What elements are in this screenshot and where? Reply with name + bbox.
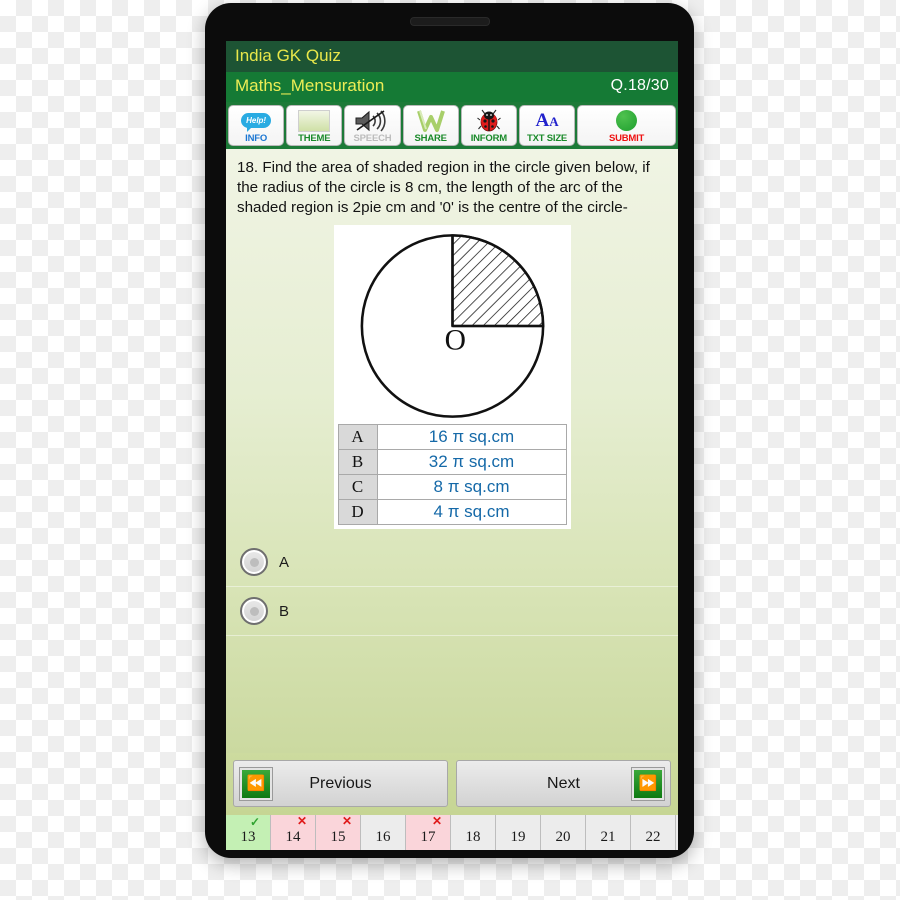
question-cell-17[interactable]: ✕ 17 xyxy=(406,815,451,850)
wrong-cross-icon: ✕ xyxy=(296,815,307,828)
inform-label: INFORM xyxy=(470,132,507,144)
action-toolbar: Help! INFO THEME SPEECH SHARE INFORM AA … xyxy=(226,101,678,150)
speech-button[interactable]: SPEECH xyxy=(344,104,401,147)
table-row: D 4 π sq.cm xyxy=(337,499,567,526)
phone-screen: India GK Quiz Maths_Mensuration Q.18/30 … xyxy=(226,41,678,850)
question-cell-partial[interactable] xyxy=(676,815,678,850)
app-title-bar: India GK Quiz xyxy=(226,41,678,72)
green-circle-icon xyxy=(580,109,673,133)
question-cell-number: 19 xyxy=(510,829,526,845)
question-cell-number: 20 xyxy=(555,829,571,845)
question-cell-number: 16 xyxy=(375,829,391,845)
text-size-button[interactable]: AA TXT SIZE xyxy=(518,104,576,147)
option-value: 4 π sq.cm xyxy=(376,499,567,526)
question-cell-number: 21 xyxy=(600,829,616,845)
option-key: A xyxy=(337,424,378,451)
answer-choice-a-label: A xyxy=(279,553,290,571)
theme-icon xyxy=(289,109,339,133)
question-body: 18. Find the area of shaded region in th… xyxy=(226,149,678,753)
figure-wrapper: O A 16 π sq.cm B 32 π sq.cm C 8 π sq.cm … xyxy=(226,223,678,530)
phone-device-frame: India GK Quiz Maths_Mensuration Q.18/30 … xyxy=(205,3,694,858)
option-value: 16 π sq.cm xyxy=(376,424,567,451)
inform-button[interactable]: INFORM xyxy=(460,104,517,147)
table-row: C 8 π sq.cm xyxy=(337,474,567,501)
question-cell-16[interactable]: 16 xyxy=(361,815,406,850)
quiz-name: Maths_Mensuration xyxy=(235,75,385,95)
question-cell-number: 14 xyxy=(285,829,301,845)
question-cell-20[interactable]: 20 xyxy=(541,815,586,850)
question-cell-number: 13 xyxy=(240,829,256,845)
ladybug-icon xyxy=(464,109,514,133)
radio-button-b[interactable] xyxy=(240,597,268,626)
question-cell-number: 22 xyxy=(645,829,661,845)
correct-check-icon: ✓ xyxy=(249,815,260,829)
help-bubble-text: Help! xyxy=(241,113,272,133)
figure-card: O A 16 π sq.cm B 32 π sq.cm C 8 π sq.cm … xyxy=(333,225,571,530)
option-key: C xyxy=(337,474,378,501)
submit-label: SUBMIT xyxy=(608,132,645,144)
options-table: A 16 π sq.cm B 32 π sq.cm C 8 π sq.cm D … xyxy=(337,424,567,526)
option-key: D xyxy=(337,499,378,526)
next-label: Next xyxy=(547,774,580,792)
figure-center-label: O xyxy=(444,325,465,357)
theme-button[interactable]: THEME xyxy=(286,104,343,147)
wrong-cross-icon: ✕ xyxy=(341,815,352,828)
circle-with-shaded-quadrant-diagram: O xyxy=(360,234,544,419)
table-row: B 32 π sq.cm xyxy=(337,449,567,476)
share-button[interactable]: SHARE xyxy=(402,104,459,147)
info-label: INFO xyxy=(245,132,268,144)
share-label: SHARE xyxy=(414,132,447,144)
question-cell-21[interactable]: 21 xyxy=(586,815,631,850)
answer-choice-list: A B xyxy=(226,538,678,637)
question-cell-number: 15 xyxy=(330,829,346,845)
question-cell-19[interactable]: 19 xyxy=(496,815,541,850)
option-value: 32 π sq.cm xyxy=(376,449,567,476)
option-key: B xyxy=(337,449,378,476)
text-size-label: TXT SIZE xyxy=(526,132,568,144)
question-cell-number: 17 xyxy=(420,829,436,845)
wrong-cross-icon: ✕ xyxy=(431,815,442,828)
app-title: India GK Quiz xyxy=(235,46,341,65)
question-cell-14[interactable]: ✕ 14 xyxy=(271,815,316,850)
earpiece-speaker xyxy=(409,17,490,26)
question-cell-number: 18 xyxy=(465,829,481,845)
question-cell-15[interactable]: ✕ 15 xyxy=(316,815,361,850)
skip-previous-icon: ⏪ xyxy=(239,766,273,801)
info-button[interactable]: Help! INFO xyxy=(228,104,285,147)
question-counter: Q.18/30 xyxy=(610,76,669,94)
next-button[interactable]: Next ⏩ xyxy=(456,760,671,807)
submit-button[interactable]: SUBMIT xyxy=(577,104,676,147)
question-cell-13[interactable]: ✓ 13 xyxy=(226,815,271,850)
answer-choice-b[interactable]: B xyxy=(226,587,678,637)
table-row: A 16 π sq.cm xyxy=(337,424,567,451)
text-size-icon: AA xyxy=(535,110,559,132)
theme-label: THEME xyxy=(298,132,331,144)
answer-choice-b-label: B xyxy=(279,602,290,620)
share-icon xyxy=(406,109,456,133)
question-cell-22[interactable]: 22 xyxy=(631,815,676,850)
answer-choice-a[interactable]: A xyxy=(226,538,678,588)
question-number-strip: ✓ 13 ✕ 14 ✕ 15 16 ✕ 17 18 19 20 21 22 xyxy=(226,815,678,850)
option-value: 8 π sq.cm xyxy=(376,474,567,501)
speech-label: SPEECH xyxy=(353,132,392,144)
question-cell-18[interactable]: 18 xyxy=(451,815,496,850)
navigation-bar: ⏪ Previous Next ⏩ xyxy=(226,753,678,815)
quiz-category-bar: Maths_Mensuration Q.18/30 xyxy=(226,71,678,102)
help-icon: Help! xyxy=(231,109,281,133)
previous-label: Previous xyxy=(309,774,372,792)
radio-button-a[interactable] xyxy=(240,548,268,577)
question-text: 18. Find the area of shaded region in th… xyxy=(237,159,650,216)
skip-next-icon: ⏩ xyxy=(631,766,665,801)
previous-button[interactable]: ⏪ Previous xyxy=(233,760,448,807)
speaker-mute-icon xyxy=(347,109,397,133)
